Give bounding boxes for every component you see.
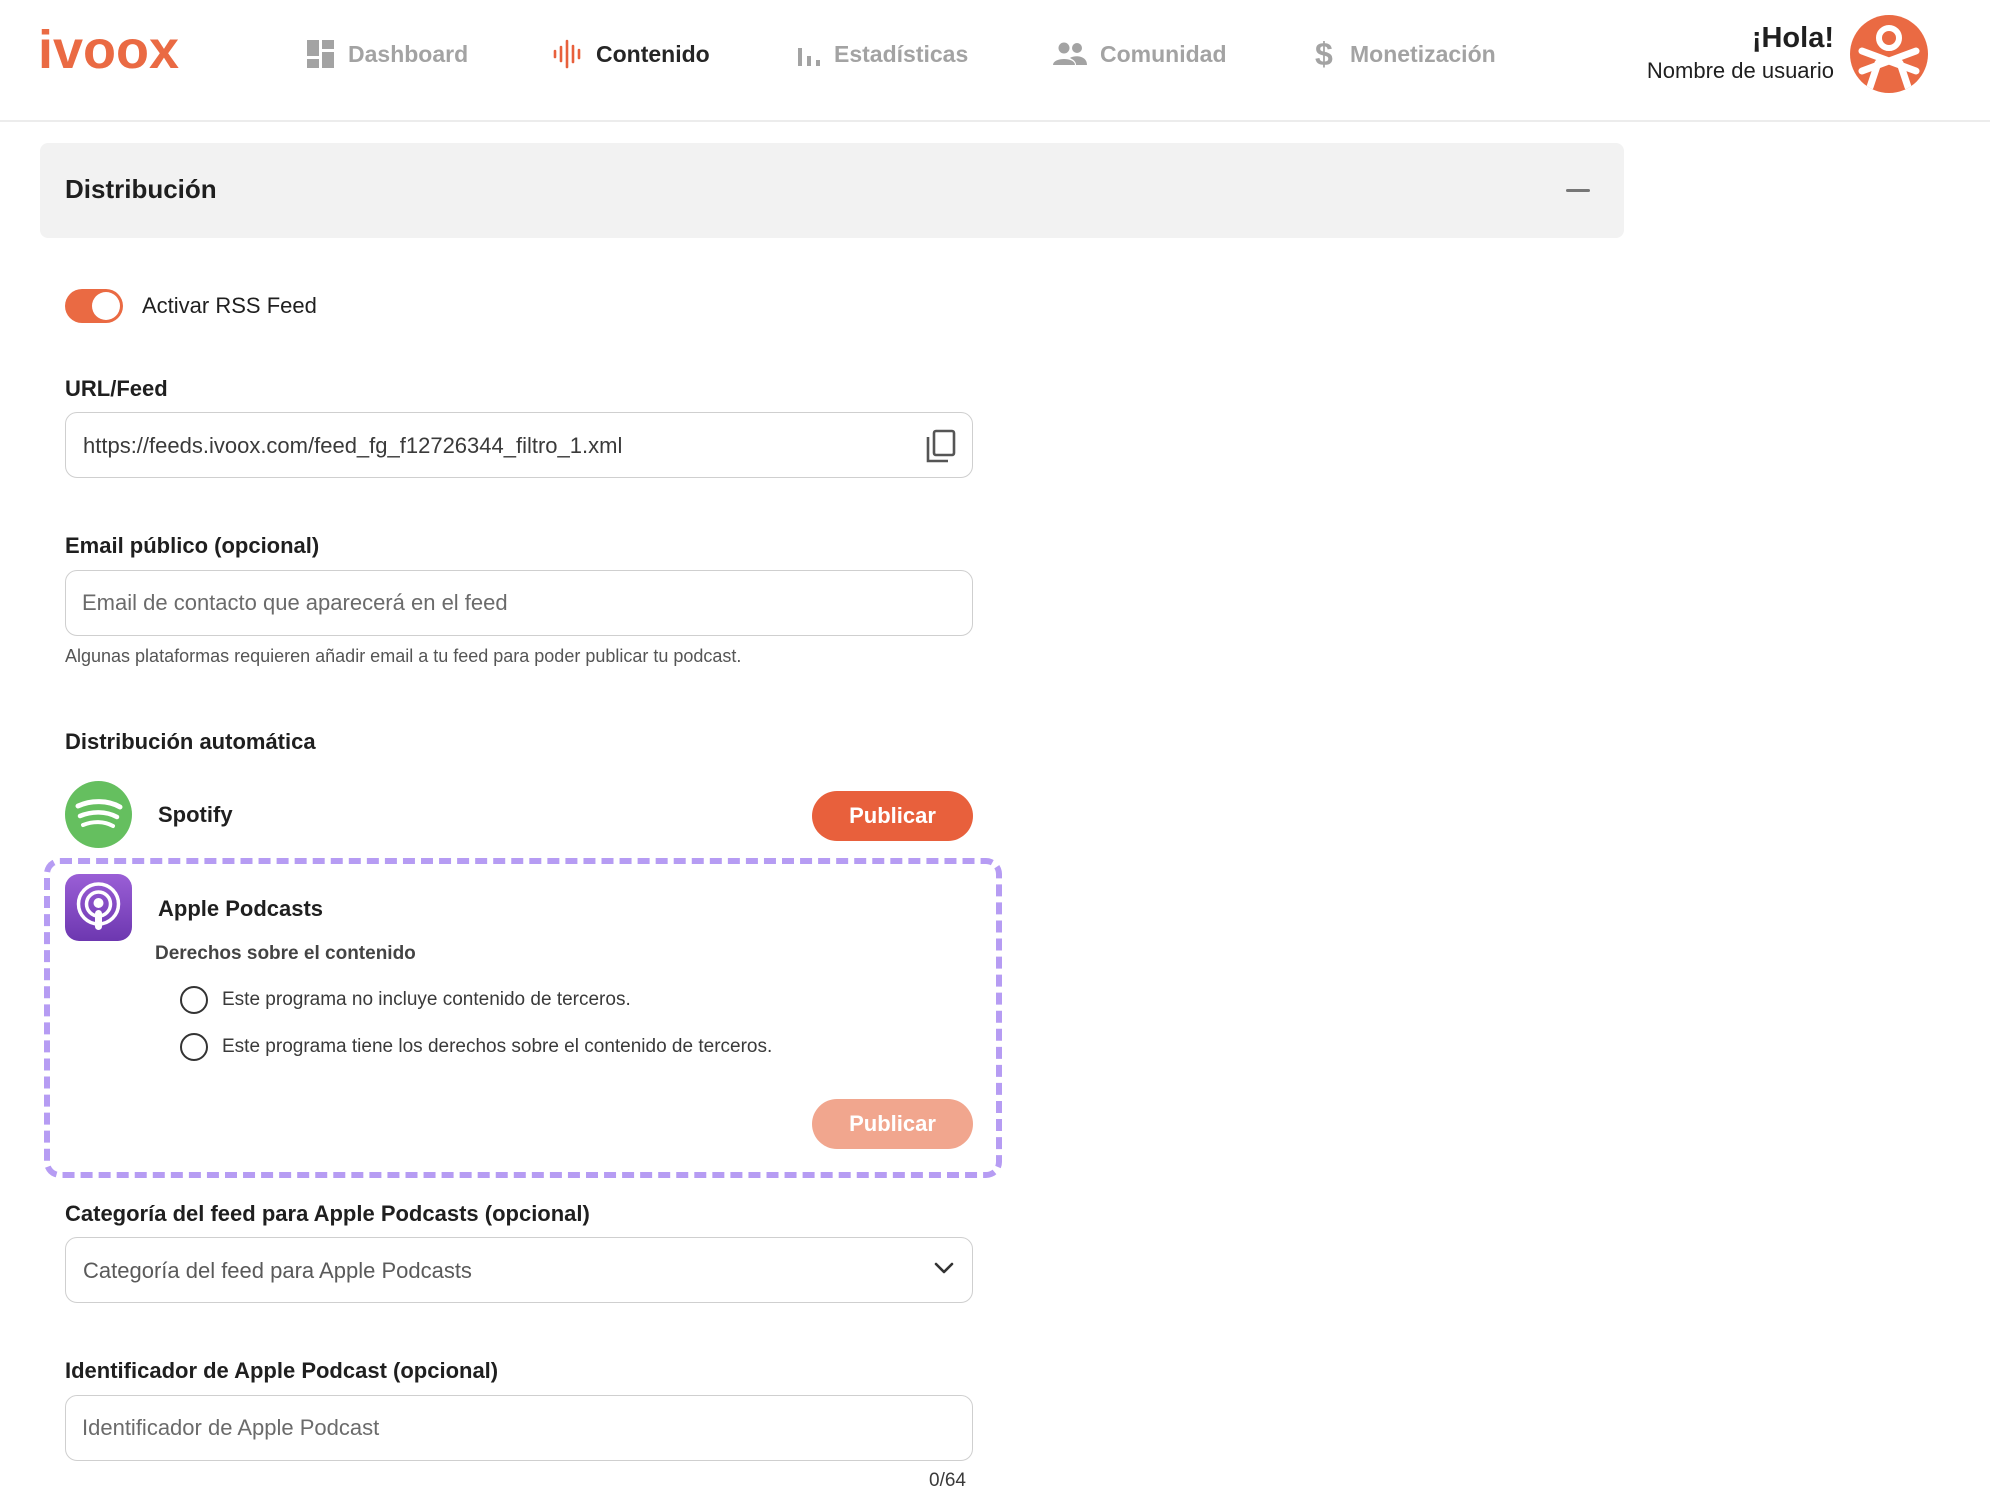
email-field[interactable]	[65, 570, 973, 636]
apple-id-char-counter: 0/64	[929, 1470, 966, 1491]
apple-id-field[interactable]	[65, 1395, 973, 1461]
radio-button[interactable]	[180, 1033, 208, 1061]
url-feed-field[interactable]: https://feeds.ivoox.com/feed_fg_f1272634…	[65, 412, 973, 478]
auto-distribution-heading: Distribución automática	[65, 729, 316, 754]
nav-monetizacion-label: Monetización	[1350, 40, 1496, 67]
nav-estadisticas[interactable]: Estadísticas	[796, 34, 968, 74]
distribution-section-header[interactable]: Distribución	[40, 143, 1624, 238]
user-avatar-icon	[1858, 25, 1920, 91]
url-feed-label: URL/Feed	[65, 376, 168, 401]
apple-category-label: Categoría del feed para Apple Podcasts (…	[65, 1201, 590, 1226]
nav-dashboard[interactable]: Dashboard	[306, 34, 468, 74]
rss-toggle-label: Activar RSS Feed	[142, 293, 317, 318]
avatar[interactable]	[1850, 15, 1928, 93]
svg-text:$: $	[1315, 37, 1333, 71]
apple-publish-button[interactable]: Publicar	[812, 1099, 973, 1149]
greeting-text: ¡Hola!	[1751, 22, 1834, 54]
nav-contenido[interactable]: Contenido	[552, 34, 710, 74]
nav-dashboard-label: Dashboard	[348, 40, 469, 67]
apple-podcasts-icon	[65, 874, 132, 941]
apple-category-placeholder: Categoría del feed para Apple Podcasts	[83, 1258, 472, 1283]
toggle-knob	[92, 292, 120, 320]
apple-podcasts-name: Apple Podcasts	[158, 896, 324, 921]
rights-option-label: Este programa no incluye contenido de te…	[222, 989, 631, 1010]
spotify-name: Spotify	[158, 802, 233, 827]
spotify-icon	[65, 781, 132, 848]
email-help-text: Algunas plataformas requieren añadir ema…	[65, 646, 742, 666]
apple-id-label: Identificador de Apple Podcast (opcional…	[65, 1358, 499, 1383]
dollar-icon: $	[1312, 37, 1338, 71]
nav-comunidad-label: Comunidad	[1100, 40, 1227, 67]
people-icon	[1052, 41, 1088, 67]
bar-chart-icon	[796, 40, 822, 68]
logo-text: ivoox	[38, 24, 179, 74]
top-header: ivoox Dashboard Contenido Estadísticas C…	[0, 0, 1990, 122]
rights-option-label: Este programa tiene los derechos sobre e…	[222, 1036, 773, 1057]
username-text: Nombre de usuario	[1646, 58, 1834, 83]
nav-monetizacion[interactable]: $ Monetización	[1312, 34, 1496, 74]
nav-comunidad[interactable]: Comunidad	[1052, 34, 1227, 74]
section-title: Distribución	[65, 174, 217, 204]
rights-option-has-third-party-rights[interactable]: Este programa tiene los derechos sobre e…	[180, 1033, 772, 1061]
rss-feed-toggle[interactable]	[65, 289, 123, 323]
apple-category-select[interactable]: Categoría del feed para Apple Podcasts	[65, 1237, 973, 1303]
waveform-icon	[552, 38, 584, 70]
email-label: Email público (opcional)	[65, 533, 320, 558]
ivoox-logo[interactable]: ivoox	[38, 24, 222, 74]
rights-option-no-third-party[interactable]: Este programa no incluye contenido de te…	[180, 986, 631, 1014]
nav-estadisticas-label: Estadísticas	[834, 40, 969, 67]
content-rights-label: Derechos sobre el contenido	[155, 943, 416, 964]
url-feed-value: https://feeds.ivoox.com/feed_fg_f1272634…	[83, 433, 623, 458]
radio-button[interactable]	[180, 986, 208, 1014]
copy-icon[interactable]	[924, 428, 958, 464]
chevron-down-icon	[934, 1262, 954, 1274]
collapse-button[interactable]	[1566, 179, 1592, 201]
user-greeting: ¡Hola! Nombre de usuario	[1647, 20, 1834, 86]
nav-contenido-label: Contenido	[596, 40, 710, 67]
dashboard-icon	[306, 39, 336, 69]
spotify-publish-button[interactable]: Publicar	[812, 791, 973, 841]
